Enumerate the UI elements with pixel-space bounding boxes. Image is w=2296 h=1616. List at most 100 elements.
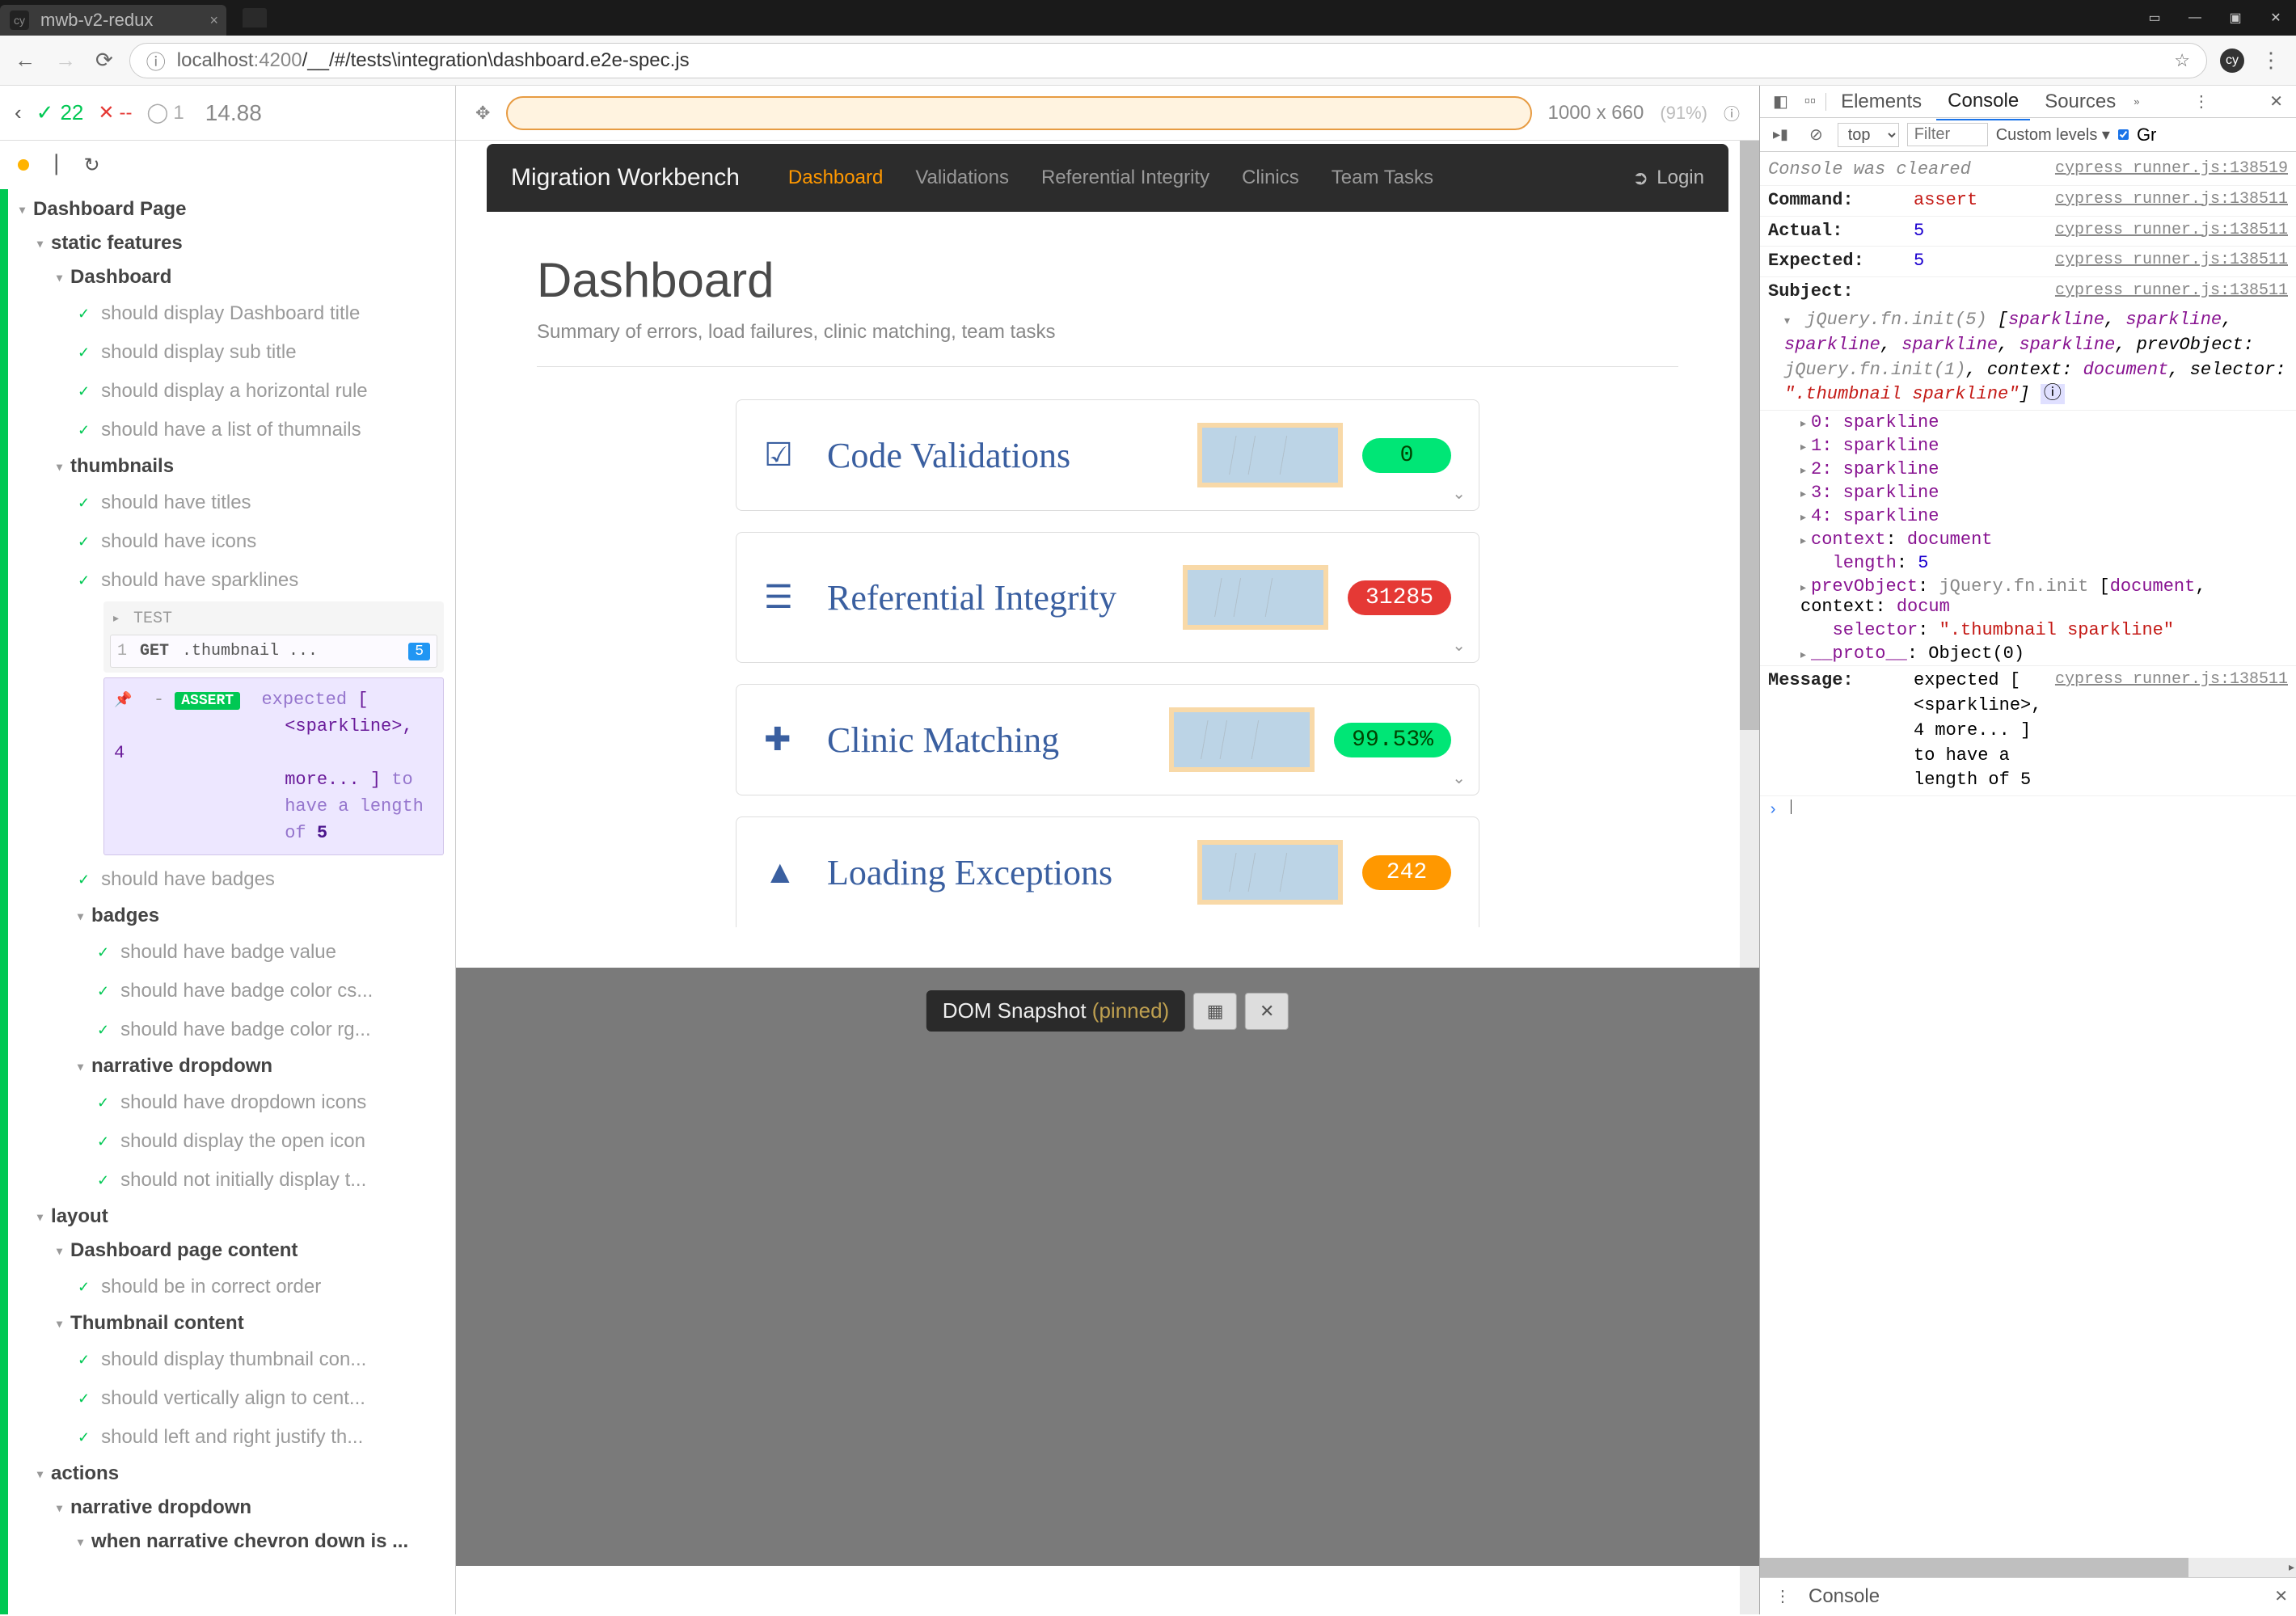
selector-playground-icon[interactable]: ✥ — [475, 103, 490, 124]
test-item[interactable]: ✓should have icons — [15, 522, 455, 561]
log-levels-dropdown[interactable]: Custom levels ▾ — [1996, 124, 2110, 145]
nav-link-login[interactable]: ➲Login — [1632, 167, 1704, 190]
obj-prop[interactable]: 3: sparkline — [1811, 483, 1939, 503]
chevron-down-icon[interactable]: ⌄ — [1452, 768, 1466, 788]
devtools-menu-icon[interactable]: ⋮ — [2187, 91, 2216, 112]
clear-console-icon[interactable]: ⊘ — [1803, 121, 1830, 148]
test-item[interactable]: ✓should have badge color cs... — [15, 972, 455, 1011]
suite-actions[interactable]: ▾actions — [15, 1457, 455, 1491]
suite-badges[interactable]: ▾badges — [15, 899, 455, 933]
test-item[interactable]: ✓should vertically align to cent... — [15, 1379, 455, 1418]
test-item[interactable]: ✓should be in correct order — [15, 1268, 455, 1306]
console-prompt[interactable]: › — [1760, 796, 2296, 823]
tab-elements[interactable]: Elements — [1830, 84, 1933, 120]
test-item[interactable]: ✓should have dropdown icons — [15, 1083, 455, 1122]
console-filter-input[interactable] — [1907, 123, 1988, 146]
drawer-close-icon[interactable]: ✕ — [2274, 1586, 2288, 1606]
test-item[interactable]: ✓should have titles — [15, 483, 455, 522]
close-icon[interactable]: ✕ — [2256, 1, 2296, 35]
test-item[interactable]: ✓should left and right justify th... — [15, 1418, 455, 1457]
test-item[interactable]: ✓should display Dashboard title — [15, 294, 455, 333]
source-link[interactable]: cypress runner.js:138511 — [2055, 249, 2288, 272]
unpin-icon[interactable]: ✕ — [1245, 993, 1289, 1030]
tab-sources[interactable]: Sources — [2033, 84, 2127, 120]
nav-link-teamtasks[interactable]: Team Tasks — [1332, 167, 1433, 189]
suite-dashboard[interactable]: ▾Dashboard — [15, 260, 455, 294]
minimize-icon[interactable]: — — [2175, 1, 2215, 35]
inspect-icon[interactable]: ◧ — [1766, 88, 1795, 115]
test-item[interactable]: ✓should have badge color rg... — [15, 1011, 455, 1049]
next-icon[interactable]: ⎮ — [52, 154, 61, 175]
browser-tab[interactable]: cy mwb-v2-redux × — [0, 5, 226, 36]
suite-thumbnails[interactable]: ▾thumbnails — [15, 449, 455, 483]
nav-link-validations[interactable]: Validations — [915, 167, 1009, 189]
console-sidebar-icon[interactable]: ▸▮ — [1766, 123, 1795, 146]
source-link[interactable]: cypress runner.js:138519 — [2055, 158, 2288, 180]
test-item[interactable]: ✓should display a horizontal rule — [15, 372, 455, 411]
nav-back-icon[interactable]: ← — [11, 44, 39, 76]
test-item[interactable]: ✓should have badge value — [15, 933, 455, 972]
specs-back-icon[interactable]: ‹ — [15, 100, 22, 125]
test-item[interactable]: ✓should display sub title — [15, 333, 455, 372]
app-brand[interactable]: Migration Workbench — [511, 164, 740, 192]
viewport-info-icon[interactable]: ⓘ — [1724, 101, 1740, 124]
group-similar-checkbox[interactable] — [2118, 129, 2129, 140]
obj-prop[interactable]: 4: sparkline — [1811, 506, 1939, 526]
suite-static-features[interactable]: ▾static features — [15, 226, 455, 260]
test-item[interactable]: ✓should have a list of thumnails — [15, 411, 455, 449]
site-info-icon[interactable]: ⓘ — [146, 46, 166, 74]
chevron-down-icon[interactable]: ⌄ — [1452, 635, 1466, 656]
test-item[interactable]: ✓should display the open icon — [15, 1122, 455, 1161]
highlight-toggle-icon[interactable]: ▦ — [1193, 993, 1237, 1030]
suite-thumbnail-content[interactable]: ▾Thumbnail content — [15, 1306, 455, 1340]
restart-icon[interactable]: ↻ — [83, 154, 99, 177]
nav-link-clinics[interactable]: Clinics — [1242, 167, 1299, 189]
assertion-block[interactable]: 📌 - ASSERT expected [ <sparkline>, 4 mor… — [103, 677, 444, 855]
source-link[interactable]: cypress runner.js:138511 — [2055, 280, 2288, 302]
suite-dashboard-page-content[interactable]: ▾Dashboard page content — [15, 1234, 455, 1268]
expand-icon[interactable]: ▾ — [1784, 315, 1790, 328]
account-icon[interactable]: ▭ — [2134, 1, 2175, 35]
tab-close-icon[interactable]: × — [209, 12, 218, 29]
command-row[interactable]: 1 GET .thumbnail ... 5 — [110, 635, 437, 668]
nav-link-dashboard[interactable]: Dashboard — [788, 167, 883, 189]
browser-menu-icon[interactable]: ⋮ — [2257, 44, 2285, 76]
obj-prop[interactable]: 2: sparkline — [1811, 459, 1939, 479]
info-badge-icon[interactable]: ⓘ — [2041, 384, 2065, 404]
test-item[interactable]: ✓should have badges — [15, 860, 455, 899]
suite-narrative-dropdown[interactable]: ▾narrative dropdown — [15, 1049, 455, 1083]
pin-icon[interactable]: 📌 — [114, 693, 132, 709]
thumbnail-clinic[interactable]: ✚ Clinic Matching 99.53% ⌄ — [736, 684, 1479, 795]
context-selector[interactable]: top — [1838, 123, 1899, 147]
test-tree[interactable]: ▾Dashboard Page ▾static features ▾Dashbo… — [0, 189, 455, 1614]
test-item[interactable]: ✓should have sparklines — [15, 561, 455, 600]
suite-narrative-dropdown-2[interactable]: ▾narrative dropdown — [15, 1491, 455, 1525]
suite-layout[interactable]: ▾layout — [15, 1200, 455, 1234]
tab-console[interactable]: Console — [1936, 83, 2030, 120]
drawer-tab-console[interactable]: Console — [1797, 1577, 1891, 1616]
maximize-icon[interactable]: ▣ — [2215, 1, 2256, 35]
chevron-down-icon[interactable]: ⌄ — [1452, 483, 1466, 504]
test-item[interactable]: ✓should not initially display t... — [15, 1161, 455, 1200]
thumbnail-loading[interactable]: ▲ Loading Exceptions 242 — [736, 816, 1479, 927]
aut-url-input[interactable] — [506, 96, 1531, 130]
obj-prop[interactable]: 1: sparkline — [1811, 436, 1939, 456]
source-link[interactable]: cypress runner.js:138511 — [2055, 219, 2288, 242]
test-item[interactable]: ✓should display thumbnail con... — [15, 1340, 455, 1379]
nav-reload-icon[interactable]: ⟳ — [92, 44, 116, 76]
obj-prop[interactable]: 0: sparkline — [1811, 412, 1939, 432]
new-tab-button[interactable] — [243, 8, 267, 27]
suite-root[interactable]: ▾Dashboard Page — [15, 192, 455, 226]
nav-link-referential[interactable]: Referential Integrity — [1041, 167, 1209, 189]
drawer-menu-icon[interactable]: ⋮ — [1768, 1583, 1797, 1610]
suite-when-chevron[interactable]: ▾when narrative chevron down is ... — [15, 1525, 455, 1559]
devtools-close-icon[interactable]: ✕ — [2263, 91, 2290, 112]
tabs-overflow-icon[interactable]: » — [2134, 95, 2139, 108]
thumbnail-code-validations[interactable]: ☑ Code Validations 0 ⌄ — [736, 399, 1479, 511]
bookmark-star-icon[interactable]: ☆ — [2174, 50, 2190, 71]
source-link[interactable]: cypress runner.js:138511 — [2055, 188, 2288, 211]
url-bar[interactable]: ⓘ localhost:4200/__/#/tests\integration\… — [129, 43, 2207, 78]
thumbnail-referential[interactable]: ☰ Referential Integrity 31285 ⌄ — [736, 532, 1479, 663]
device-toggle-icon[interactable]: ▫▫ — [1798, 89, 1822, 114]
devtools-hscroll[interactable]: ▸ — [1760, 1558, 2296, 1577]
